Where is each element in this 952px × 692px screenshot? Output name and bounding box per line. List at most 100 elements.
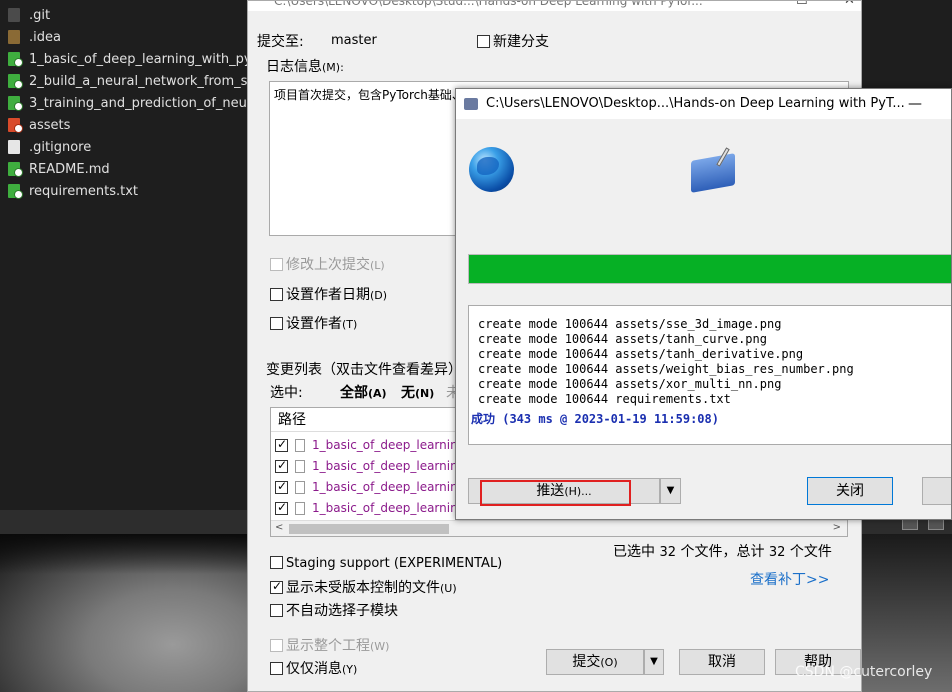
close-button[interactable]: 关闭 [807,477,893,505]
horizontal-scrollbar[interactable]: < > [271,520,847,536]
explorer-item[interactable]: requirements.txt [8,180,138,202]
maximize-icon[interactable]: ☐ [796,1,808,11]
commit-button[interactable]: 提交(O) [546,649,644,675]
file-icon [8,140,20,154]
explorer-item[interactable]: README.md [8,158,110,180]
push-dropdown-button[interactable]: ▼ [660,478,681,504]
checkbox-box [270,639,283,652]
explorer-item[interactable]: 3_training_and_prediction_of_neura [8,92,247,114]
button-label: 提交 [572,654,601,670]
explorer-item[interactable]: .idea [8,26,61,48]
log-line: create mode 100644 assets/tanh_derivativ… [478,347,804,361]
branch-name: master [331,33,377,48]
scrollbar-thumb[interactable] [289,524,449,534]
close-icon[interactable]: ✕ [844,1,855,11]
new-branch-checkbox[interactable]: 新建分支 [477,31,549,51]
notebook-modified-icon [8,74,23,89]
author-date-checkbox[interactable]: 设置作者日期(D) [270,284,387,304]
scroll-left-icon[interactable]: < [275,522,283,533]
label-text: 日志信息 [266,59,322,75]
file-modified-icon [8,162,23,177]
output-log[interactable]: create mode 100644 assets/sse_3d_image.p… [468,305,951,445]
progress-bar-fill [469,255,951,283]
explorer-item-label: 1_basic_of_deep_learning_with_pyto [29,51,247,67]
progress-bar [468,254,951,284]
cancel-button[interactable]: 取消 [679,649,765,675]
checkbox-shortcut: (L) [370,259,385,272]
folder-conflict-icon [8,118,23,133]
checkbox-box[interactable] [270,662,283,675]
folder-icon [8,30,20,44]
total-count: 32 [768,545,786,560]
checkbox-shortcut: (W) [370,640,390,653]
checkbox-shortcut: (U) [440,582,457,595]
summary-text: 个文件 [789,544,832,560]
globe-icon [469,147,514,192]
selected-count: 32 [659,545,676,560]
folder-icon [689,147,737,193]
show-unversioned-checkbox[interactable]: 显示未受版本控制的文件(U) [270,577,457,597]
file-checkbox[interactable] [275,500,288,515]
checkbox-shortcut: (D) [370,289,388,302]
no-autoselect-submodules-checkbox[interactable]: 不自动选择子模块 [270,600,398,620]
extra-button[interactable]: ( [922,477,951,505]
log-message-label: 日志信息(M): [266,56,344,76]
checkbox-label: Staging support (EXPERIMENTAL) [286,556,503,571]
select-label: 选中: [270,385,303,401]
file-checkbox[interactable] [275,479,288,494]
tortoisegit-icon [464,98,478,110]
taskbar-strip [0,510,247,534]
select-all-link[interactable]: 全部(A) [340,382,387,402]
checkbox-box[interactable] [270,556,283,569]
notebook-modified-icon [8,52,23,67]
label-shortcut: (M): [322,61,344,74]
explorer-item-label: .idea [29,29,61,45]
watermark: CSDN @cutercorley [795,664,933,680]
explorer-item-label: .gitignore [29,139,92,155]
file-icon [295,480,305,494]
explorer-item[interactable]: 2_build_a_neural_network_from_scr [8,70,247,92]
log-line: create mode 100644 assets/xor_multi_nn.p… [478,377,782,391]
link-shortcut: (N) [415,387,435,400]
author-checkbox[interactable]: 设置作者(T) [270,313,357,333]
commit-dropdown-button[interactable]: ▼ [644,649,664,675]
checkbox-box [270,258,283,271]
log-line: create mode 100644 assets/tanh_curve.png [478,332,767,346]
minimize-icon[interactable]: — [908,89,922,119]
minimize-icon[interactable]: — [748,1,761,11]
explorer-item[interactable]: .git [8,4,50,26]
checkbox-box[interactable] [270,288,283,301]
checkbox-box[interactable] [477,35,490,48]
explorer-item[interactable]: 1_basic_of_deep_learning_with_pyto [8,48,247,70]
summary-text: 已选中 [613,544,655,560]
explorer-item-label: assets [29,117,71,133]
selection-summary: 已选中 32 个文件，总计 32 个文件 [613,541,832,561]
checkbox-label: 设置作者 [286,316,342,332]
git-progress-dialog: C:\Users\LENOVO\Desktop...\Hands-on Deep… [455,88,952,520]
link-text: 全部 [340,385,368,401]
progress-dialog-titlebar: C:\Users\LENOVO\Desktop...\Hands-on Deep… [456,89,951,119]
show-whole-project-checkbox: 显示整个工程(W) [270,635,389,655]
checkbox-box[interactable] [270,317,283,330]
select-none-link[interactable]: 无(N) [401,382,434,402]
explorer-item-label: 3_training_and_prediction_of_neura [29,95,247,111]
file-checkbox[interactable] [275,458,288,473]
staging-support-checkbox[interactable]: Staging support (EXPERIMENTAL) [270,556,502,571]
explorer-item[interactable]: assets [8,114,70,136]
highlight-box [480,480,631,506]
checkbox-label: 设置作者日期 [286,287,370,303]
success-message: 成功 (343 ms @ 2023-01-19 11:59:08) [471,412,719,426]
message-only-checkbox[interactable]: 仅仅消息(Y) [270,658,357,678]
checkbox-box[interactable] [270,604,283,617]
explorer-item-label: requirements.txt [29,183,139,199]
explorer-item[interactable]: .gitignore [8,136,91,158]
commit-to-label: 提交至: [257,34,304,50]
checkbox-box[interactable] [270,579,283,594]
folder-icon [8,8,20,22]
view-patch-link[interactable]: 查看补丁>> [750,569,829,589]
desktop-wallpaper [0,534,247,692]
chevron-down-icon: ▼ [650,656,658,667]
link-shortcut: (A) [368,387,387,400]
file-checkbox[interactable] [275,437,288,452]
scroll-right-icon[interactable]: > [833,522,841,533]
